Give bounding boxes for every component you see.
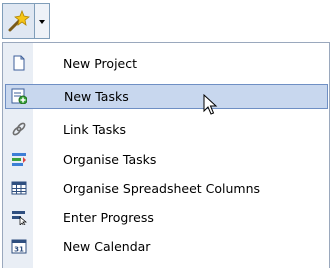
svg-text:31: 31	[14, 246, 24, 254]
progress-icon	[12, 211, 27, 225]
dropdown-menu: New Project New Tasks Link Tasks Organis…	[2, 42, 330, 268]
menu-item-label: Organise Tasks	[63, 152, 157, 167]
new-document-icon	[13, 55, 25, 71]
magic-wand-icon	[8, 9, 30, 32]
link-icon	[12, 122, 26, 136]
toolbar	[0, 0, 332, 43]
menu-item-new-calendar[interactable]: 31 New Calendar	[5, 234, 328, 259]
menu-item-organise-spreadsheet-columns[interactable]: Organise Spreadsheet Columns	[5, 176, 328, 201]
menu-item-organise-tasks[interactable]: Organise Tasks	[5, 147, 328, 172]
menu-item-new-project[interactable]: New Project	[5, 51, 328, 76]
new-tasks-icon	[11, 88, 27, 104]
mouse-cursor-icon	[203, 94, 218, 115]
menu-item-enter-progress[interactable]: Enter Progress	[5, 205, 328, 230]
spreadsheet-columns-icon	[11, 181, 27, 195]
menu-item-label: Link Tasks	[63, 122, 127, 137]
calendar-icon: 31	[11, 239, 27, 254]
wizard-dropdown-button[interactable]	[2, 3, 34, 39]
menu-item-link-tasks[interactable]: Link Tasks	[5, 117, 328, 142]
menu-item-label: New Calendar	[63, 239, 151, 254]
menu-item-new-tasks[interactable]: New Tasks	[5, 84, 328, 109]
menu-item-label: New Project	[63, 56, 138, 71]
chevron-down-icon[interactable]	[34, 3, 50, 39]
organise-tasks-icon	[12, 153, 26, 166]
menu-item-label: New Tasks	[64, 89, 129, 104]
menu-item-label: Enter Progress	[63, 210, 154, 225]
menu-item-label: Organise Spreadsheet Columns	[63, 181, 261, 196]
